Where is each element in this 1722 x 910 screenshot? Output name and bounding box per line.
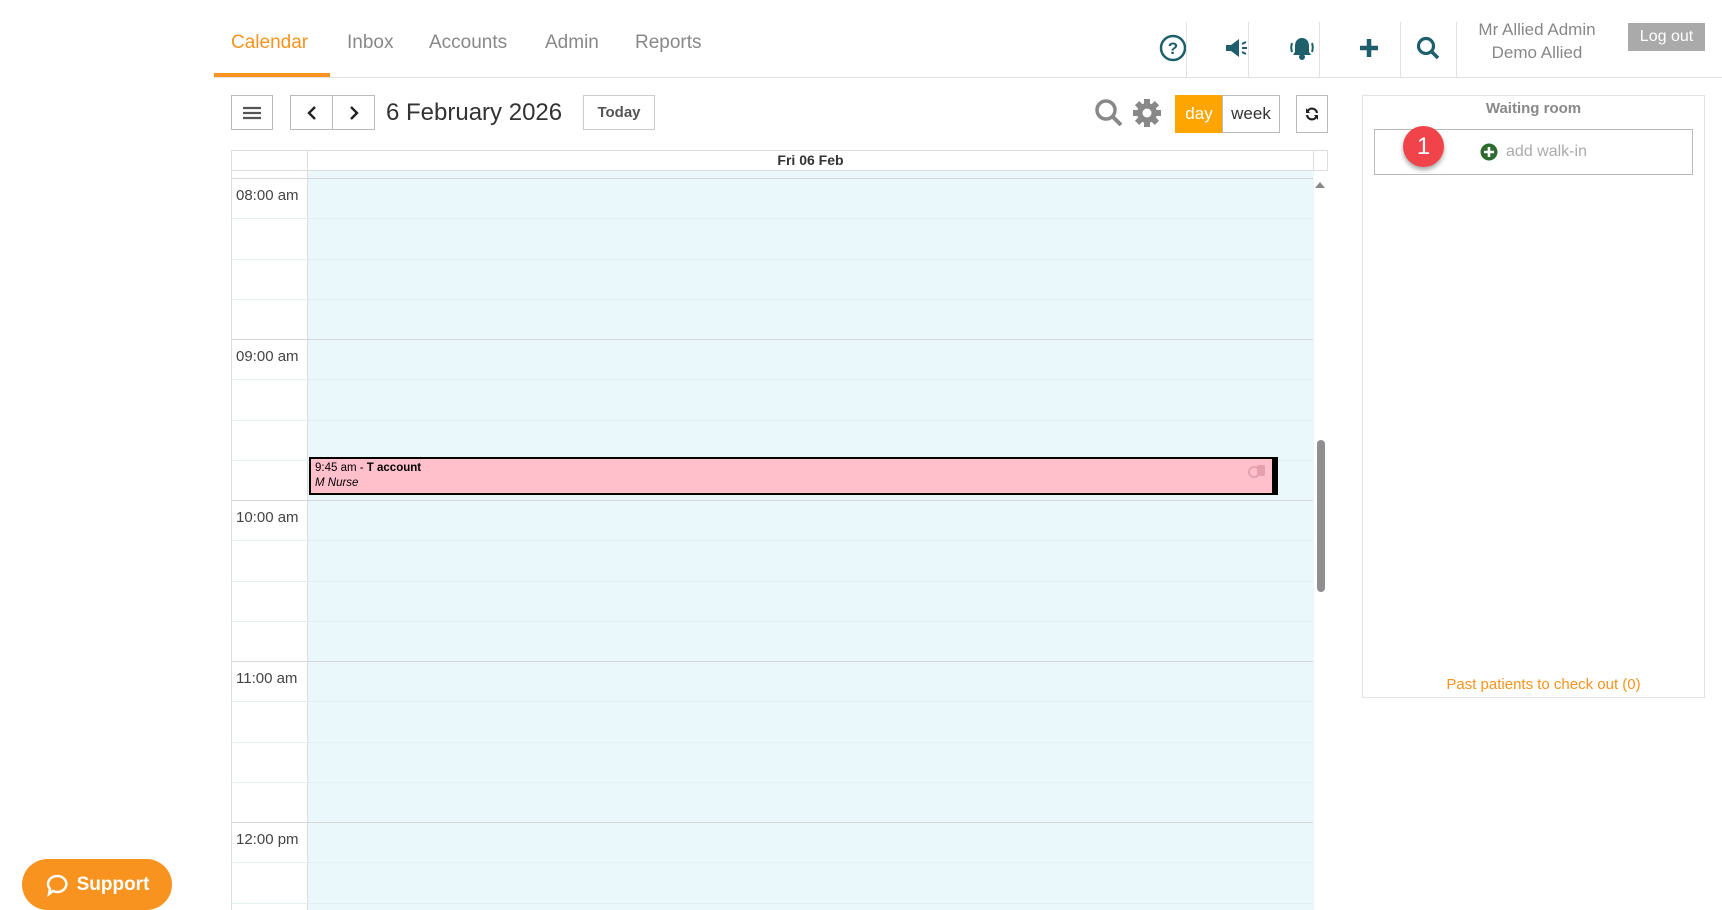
quarter-line <box>231 862 1313 864</box>
waiting-room-title: Waiting room <box>1485 100 1582 117</box>
tab-admin[interactable]: Admin <box>545 32 599 54</box>
chat-bubble-icon <box>46 874 68 897</box>
billing-icon <box>1248 464 1266 483</box>
current-date: 6 February 2026 <box>386 99 563 126</box>
help-icon[interactable]: ? <box>1153 30 1193 66</box>
quarter-line <box>231 580 1313 582</box>
time-label: 10:00 am <box>236 509 299 526</box>
step-badge: 1 <box>1403 126 1444 167</box>
time-label: 12:00 pm <box>236 831 299 848</box>
event-title: T account <box>366 462 422 474</box>
chevron-left-icon <box>306 105 316 120</box>
calendar-search-icon[interactable] <box>1094 98 1124 133</box>
support-button[interactable]: Support <box>22 859 172 910</box>
day-header: Fri 06 Feb <box>307 151 1314 170</box>
hour-line <box>231 822 1313 823</box>
quarter-line <box>231 298 1313 300</box>
week-view-button[interactable]: week <box>1222 95 1280 133</box>
scrollbar-thumb[interactable] <box>1317 440 1325 592</box>
divider <box>1186 22 1187 77</box>
quarter-line <box>231 781 1313 783</box>
divider <box>1400 22 1401 77</box>
add-walk-in-label: add walk-in <box>1506 143 1587 160</box>
refresh-icon <box>1305 107 1319 121</box>
quarter-line <box>231 701 1313 703</box>
quarter-line <box>231 419 1313 421</box>
logout-button[interactable]: Log out <box>1628 23 1705 51</box>
settings-gear-icon[interactable] <box>1132 98 1162 133</box>
user-info: Mr Allied Admin Demo Allied <box>1462 18 1612 64</box>
past-patients-link[interactable]: Past patients to check out (0) <box>1363 676 1704 693</box>
quarter-line <box>231 379 1313 381</box>
megaphone-icon[interactable] <box>1216 30 1256 66</box>
quarter-line <box>231 540 1313 542</box>
calendar-header: Fri 06 Feb <box>231 150 1328 171</box>
waiting-room-panel: Waiting room add walk-in 1 Past patients… <box>1362 95 1705 698</box>
divider <box>1456 22 1457 77</box>
day-view-button[interactable]: day <box>1175 95 1223 133</box>
hour-line <box>231 339 1313 340</box>
support-label: Support <box>76 873 150 895</box>
nav-divider <box>214 77 1722 78</box>
tab-calendar[interactable]: Calendar <box>231 32 308 54</box>
today-button[interactable]: Today <box>583 95 655 130</box>
hour-line <box>231 500 1313 501</box>
tab-reports[interactable]: Reports <box>635 32 702 54</box>
quarter-line <box>231 218 1313 220</box>
event-time: 9:45 am - <box>315 462 367 474</box>
tab-inbox[interactable]: Inbox <box>347 32 393 54</box>
appointment-event[interactable]: 9:45 am - T account M Nurse <box>309 457 1278 495</box>
event-practitioner: M Nurse <box>315 477 359 489</box>
menu-button[interactable] <box>231 95 273 130</box>
tab-accounts[interactable]: Accounts <box>429 32 507 54</box>
user-org: Demo Allied <box>1491 43 1583 62</box>
chevron-right-icon <box>349 105 359 120</box>
user-name: Mr Allied Admin <box>1478 20 1596 39</box>
quarter-line <box>231 741 1313 743</box>
hour-line <box>231 178 1313 179</box>
add-icon[interactable] <box>1349 30 1389 66</box>
quarter-line <box>231 902 1313 904</box>
plus-circle-icon <box>1480 143 1498 161</box>
quarter-line <box>231 258 1313 260</box>
prev-button[interactable] <box>290 95 333 130</box>
bell-icon[interactable] <box>1282 30 1322 66</box>
scroll-up-icon[interactable] <box>1315 176 1325 194</box>
divider <box>1248 22 1249 77</box>
refresh-button[interactable] <box>1296 95 1328 133</box>
time-label: 09:00 am <box>236 348 299 365</box>
svg-text:?: ? <box>1168 39 1178 58</box>
divider <box>1319 22 1320 77</box>
time-label: 08:00 am <box>236 187 299 204</box>
quarter-line <box>231 620 1313 622</box>
hamburger-icon <box>243 106 261 119</box>
time-label: 11:00 am <box>236 670 298 687</box>
search-icon[interactable] <box>1408 30 1448 66</box>
hour-line <box>231 661 1313 662</box>
next-button[interactable] <box>332 95 375 130</box>
